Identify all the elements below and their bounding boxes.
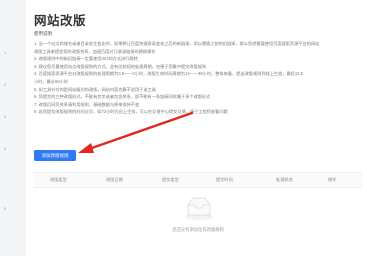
instruction-item: 5. 如工具针对的是网站级别的改版，网站内容也算不适用于该工具 [34, 86, 156, 92]
instruction-item: 7. 改版后网页关系请利用规则，基础数据与原来保持不变 [34, 101, 140, 107]
column-header: 操作 [328, 177, 337, 182]
red-arrow-annotation [78, 111, 194, 153]
column-header: 提交类型 [162, 177, 179, 182]
empty-state-text: 您还没有添加任何改版规则 [172, 227, 224, 232]
instruction-item: 小时，最长50小时 [34, 78, 68, 84]
instruction-item: 改版工具来提交您的改版关系，加速百度对已收录链接的替换操作 [34, 48, 156, 54]
left-marker: 2 [4, 82, 7, 87]
table-header: 改版类型 改版日期 提交类型 提交时间 处理状态 操作 [34, 173, 362, 188]
left-marker: 1 [4, 50, 7, 55]
instructions-list: 1. 当一个站点的域名或者目录发生变化时，如果想让百度快速收录变化之后的新链接，… [34, 40, 362, 116]
left-side-markers: 1 2 3 4 5 [0, 0, 26, 256]
column-header: 提交时间 [216, 177, 233, 182]
left-marker: 3 [4, 114, 7, 119]
page-title: 网站改版 [34, 14, 87, 28]
add-revision-rule-button[interactable]: 添加改版规则 [34, 150, 76, 161]
instruction-item: 1. 当一个站点的域名或者目录发生变化时，如果想让百度快速收录变化之后的新链接，… [34, 41, 320, 46]
column-header: 处理状态 [276, 177, 293, 182]
left-marker: 5 [4, 206, 7, 211]
revision-rules-table: 改版类型 改版日期 提交类型 提交时间 处理状态 操作 您还没有添加任何改版规则 [34, 172, 362, 243]
instruction-item: 4. 百度搜索资源平台对改版规则的处理周期为0.5——2小时，改版生效时间周期为… [34, 71, 303, 77]
column-header: 改版日期 [106, 177, 123, 182]
usage-instructions-label: 使用说明 [34, 31, 52, 36]
main-panel: 网站改版 使用说明 1. 当一个站点的域名或者目录发生变化时，如果想让百度快速收… [26, 0, 367, 256]
empty-box-icon [185, 197, 213, 220]
instruction-item: 3. 建议您尽量使用站点改版规则的方式，会有比较短的处理周期，也便于您集中提交改… [34, 63, 207, 69]
column-header: 改版类型 [50, 177, 67, 182]
instruction-item: 6. 您提交的三种改版形式，不能有交叉或者包含关系，即不能有一条链接同时属于多个… [34, 94, 211, 100]
instruction-item: 2. 改版规则中的新旧链接一定要使用301的方式进行跳转 [34, 56, 138, 62]
left-marker: 4 [4, 146, 7, 151]
